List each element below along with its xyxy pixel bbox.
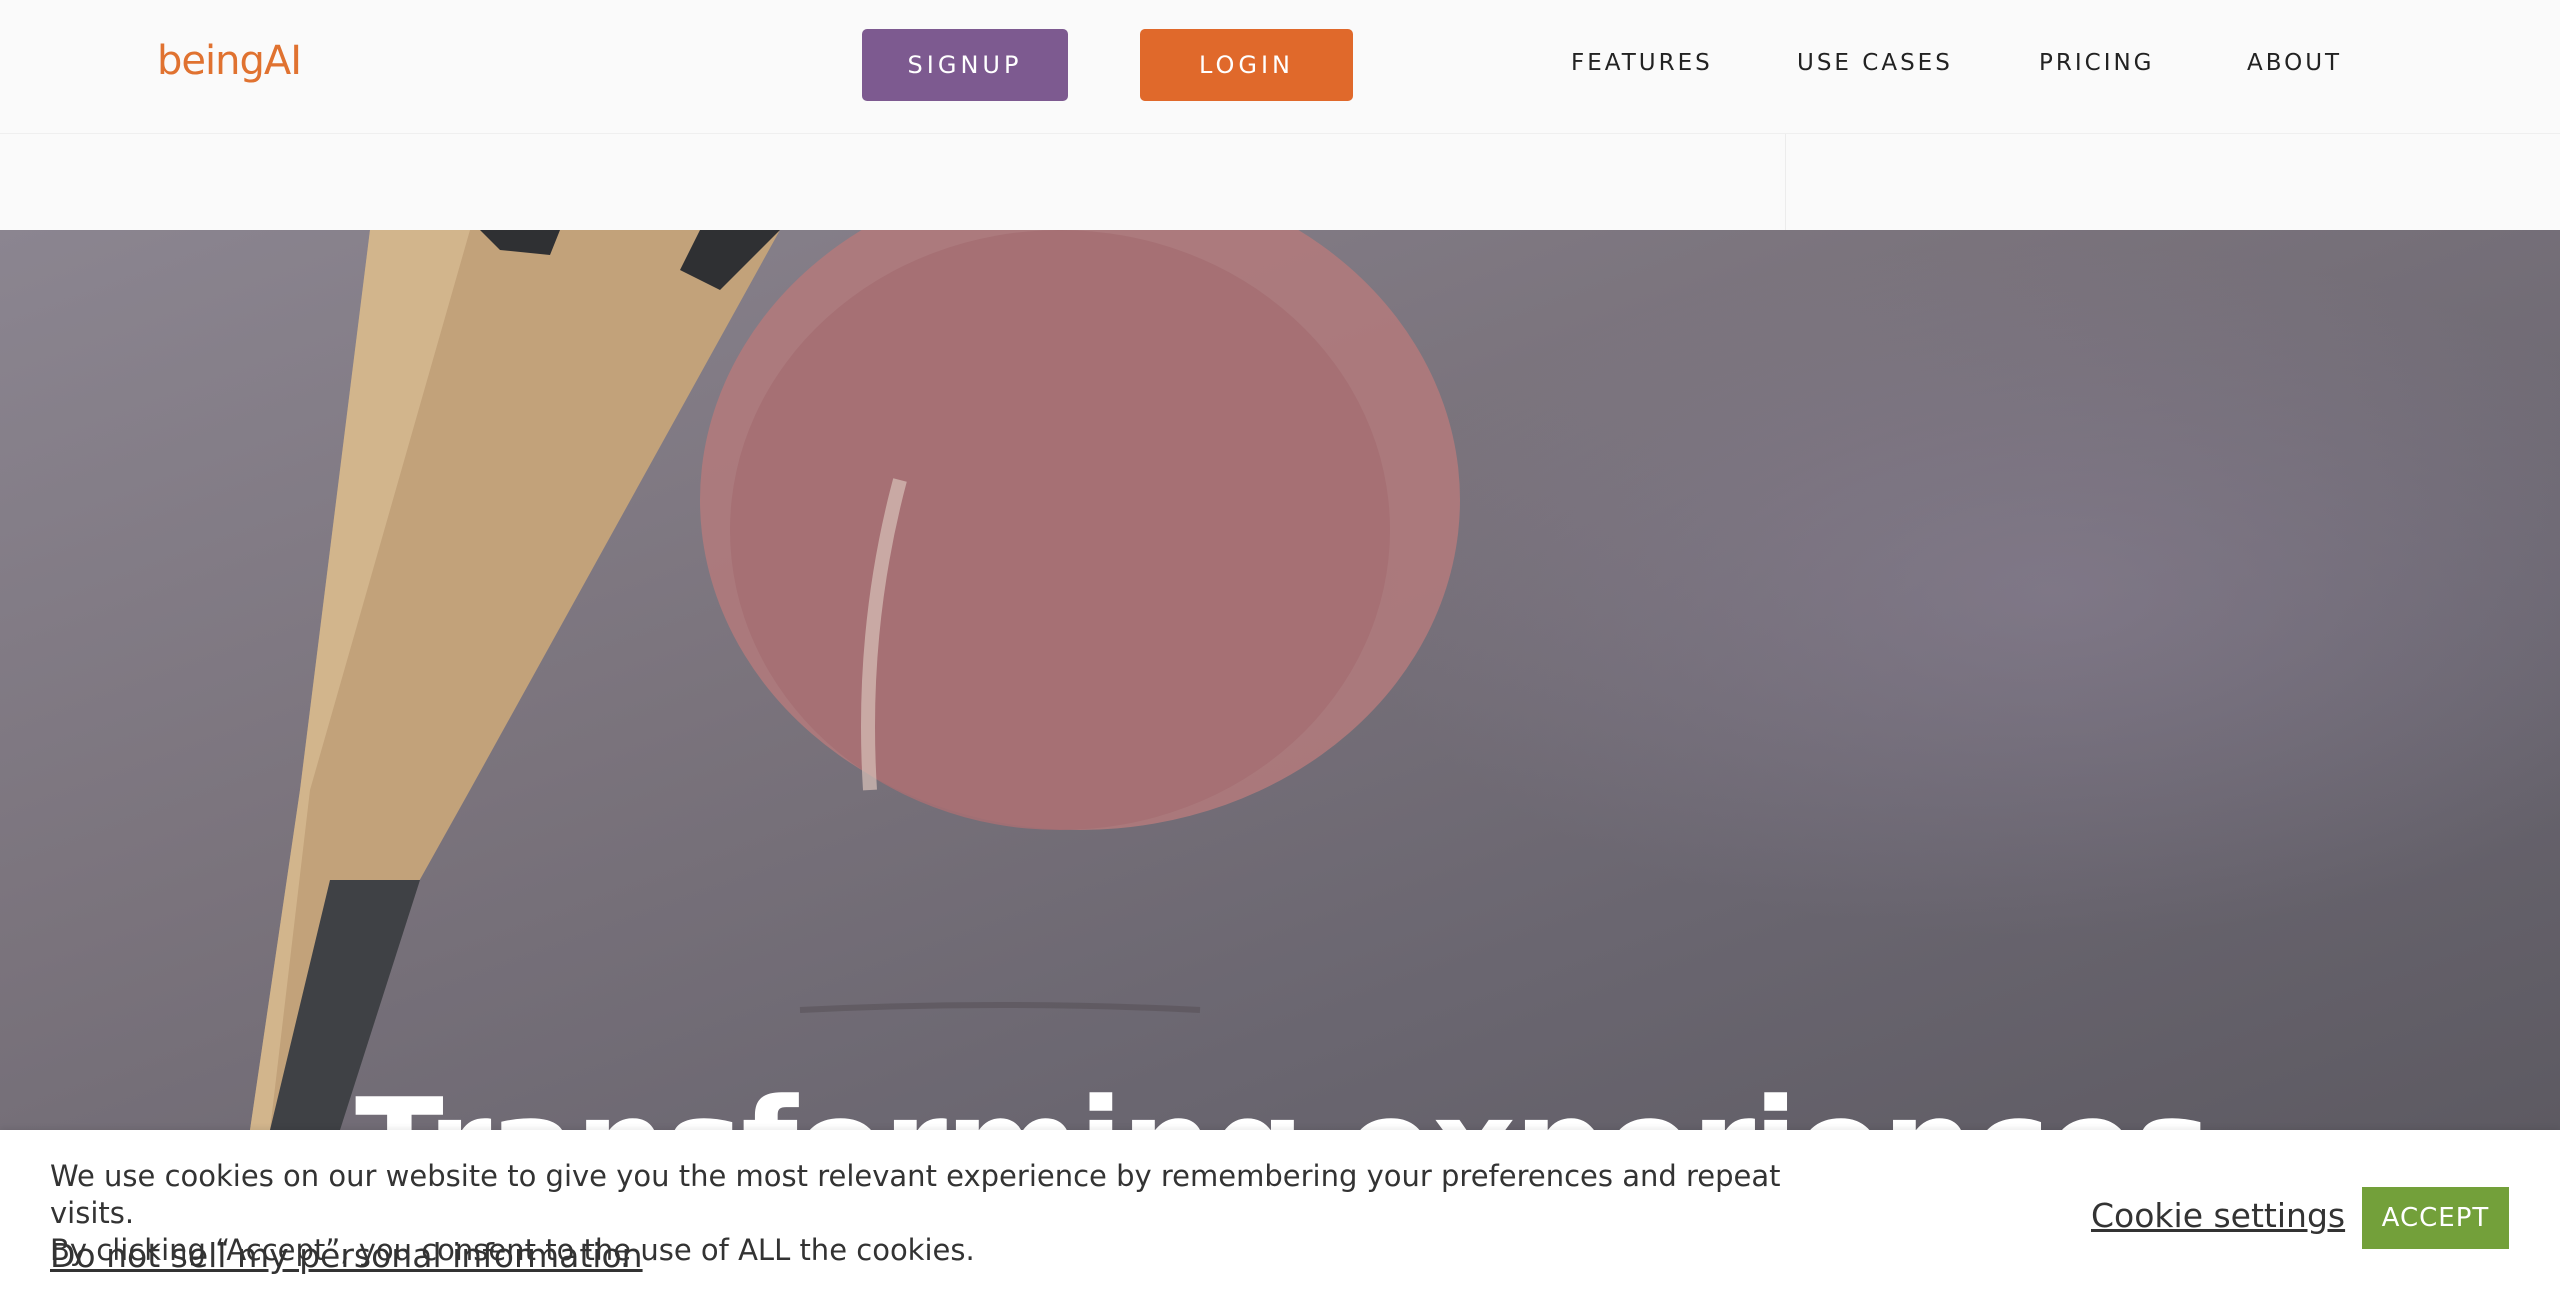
cookie-period: . — [620, 1236, 631, 1275]
login-button[interactable]: LOGIN — [1140, 29, 1353, 101]
pencil-image — [250, 230, 1460, 1130]
cookie-banner: We use cookies on our website to give yo… — [0, 1130, 2560, 1304]
hero-heading: Transforming experiences — [355, 1070, 2211, 1130]
do-not-sell-link[interactable]: Do not sell my personal information — [50, 1236, 643, 1275]
nav-about[interactable]: ABOUT — [2247, 50, 2342, 76]
hero-section: Transforming experiences — [0, 230, 2560, 1130]
nav-pricing[interactable]: PRICING — [2039, 50, 2155, 76]
nav-use-cases[interactable]: USE CASES — [1797, 50, 1953, 76]
beingai-logo[interactable]: beingAI — [157, 38, 302, 84]
accept-button[interactable]: ACCEPT — [2362, 1187, 2509, 1249]
subheader-bar — [0, 134, 2560, 230]
cookie-message-line1: We use cookies on our website to give yo… — [50, 1159, 1781, 1230]
subheader-divider — [1785, 134, 1786, 230]
nav-features[interactable]: FEATURES — [1571, 50, 1713, 76]
signup-button[interactable]: SIGNUP — [862, 29, 1068, 101]
cookie-settings-link[interactable]: Cookie settings — [2091, 1196, 2345, 1235]
site-header: beingAI SIGNUP LOGIN FEATURES USE CASES … — [0, 0, 2560, 134]
